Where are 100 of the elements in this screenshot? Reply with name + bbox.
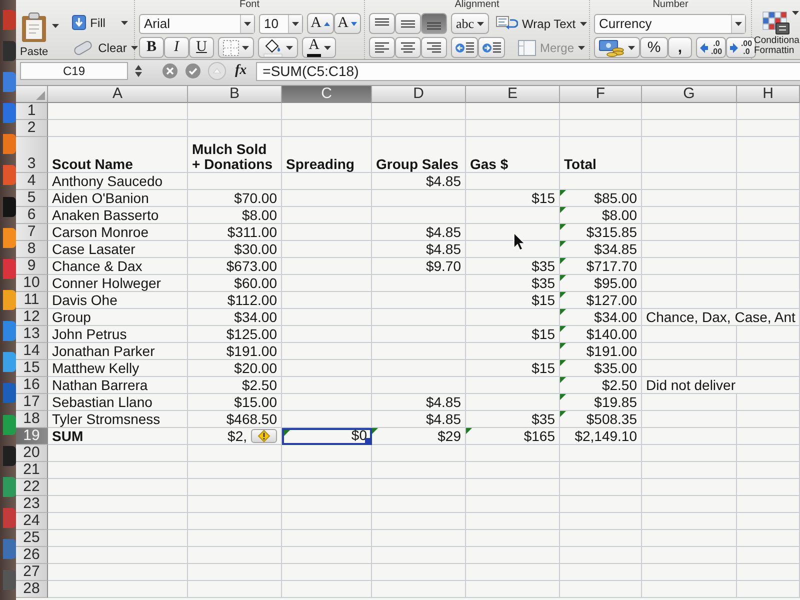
grid-cell[interactable] xyxy=(737,530,800,547)
grid-cell[interactable] xyxy=(372,479,466,496)
grid-cell[interactable] xyxy=(282,190,372,207)
grid-cell[interactable] xyxy=(642,360,737,377)
grid-cell[interactable]: $15 xyxy=(466,326,560,343)
grid-cell[interactable] xyxy=(282,207,372,224)
grid-cell[interactable] xyxy=(466,207,560,224)
grid-cell[interactable]: $85.00 xyxy=(560,190,642,207)
grid-cell[interactable] xyxy=(737,258,800,275)
grid-cell[interactable] xyxy=(466,513,560,530)
grid-cell[interactable]: $717.70 xyxy=(560,258,642,275)
grid-cell[interactable]: $4.85 xyxy=(372,224,466,241)
grid-cell[interactable] xyxy=(372,462,466,479)
error-options-button[interactable] xyxy=(251,429,277,443)
app-icon[interactable] xyxy=(3,228,16,248)
row-header[interactable]: 20 xyxy=(16,445,48,462)
grid-cell[interactable]: $2.50 xyxy=(188,377,282,394)
grid-cell[interactable] xyxy=(642,581,737,598)
grid-cell[interactable] xyxy=(737,496,800,513)
font-size-field[interactable]: 10 xyxy=(259,14,303,34)
grid-cell[interactable] xyxy=(372,530,466,547)
grid-cell[interactable] xyxy=(466,462,560,479)
grid-cell[interactable] xyxy=(372,445,466,462)
grid-cell[interactable] xyxy=(737,479,800,496)
align-center-button[interactable] xyxy=(395,37,421,58)
grid-cell[interactable] xyxy=(737,564,800,581)
grid-cell[interactable] xyxy=(188,173,282,190)
grid-cell[interactable] xyxy=(642,137,737,173)
grow-font-button[interactable]: A xyxy=(307,13,334,34)
grid-cell[interactable] xyxy=(642,275,737,292)
grid-cell[interactable] xyxy=(737,224,800,241)
row-header[interactable]: 19 xyxy=(16,428,48,445)
accounting-format-button[interactable] xyxy=(594,37,640,58)
row-header[interactable]: 16 xyxy=(16,377,48,394)
caret-icon[interactable] xyxy=(52,24,60,28)
row-header[interactable]: 2 xyxy=(16,120,48,137)
row-header[interactable]: 26 xyxy=(16,547,48,564)
column-header[interactable]: H xyxy=(737,86,800,103)
grid-cell[interactable] xyxy=(282,479,372,496)
grid-cell[interactable]: $140.00 xyxy=(560,326,642,343)
row-header[interactable]: 5 xyxy=(16,190,48,207)
grid-cell[interactable]: $8.00 xyxy=(560,207,642,224)
row-header[interactable]: 15 xyxy=(16,360,48,377)
grid-cell[interactable]: Group Sales xyxy=(372,137,466,173)
grid-cell[interactable] xyxy=(737,173,800,190)
grid-cell[interactable] xyxy=(372,309,466,326)
grid-cell[interactable]: $508.35 xyxy=(560,411,642,428)
grid-cell[interactable] xyxy=(466,581,560,598)
grid-cell[interactable] xyxy=(642,479,737,496)
name-box[interactable]: C19 xyxy=(20,62,128,80)
app-icon[interactable] xyxy=(3,446,16,466)
grid-cell[interactable] xyxy=(372,377,466,394)
grid-cell[interactable] xyxy=(372,581,466,598)
row-header[interactable]: 14 xyxy=(16,343,48,360)
row-header[interactable]: 21 xyxy=(16,462,48,479)
italic-button[interactable]: I xyxy=(164,37,189,58)
grid-cell[interactable] xyxy=(282,343,372,360)
grid-cell[interactable] xyxy=(48,547,188,564)
grid-cell[interactable]: Anaken Basserto xyxy=(48,207,188,224)
app-icon[interactable] xyxy=(3,134,16,154)
grid-cell[interactable] xyxy=(642,120,737,137)
grid-cell[interactable] xyxy=(48,462,188,479)
grid-cell[interactable] xyxy=(372,103,466,120)
grid-cell[interactable] xyxy=(282,241,372,258)
increase-decimal-button[interactable]: .0 .00 xyxy=(696,37,726,58)
grid-cell[interactable] xyxy=(466,547,560,564)
grid-cell[interactable] xyxy=(642,103,737,120)
grid-cell[interactable] xyxy=(737,360,800,377)
grid-cell[interactable]: Gas $ xyxy=(466,137,560,173)
underline-button[interactable]: U xyxy=(189,37,214,58)
grid-cell[interactable] xyxy=(560,479,642,496)
grid-cell[interactable] xyxy=(642,241,737,258)
grid-cell[interactable]: Spreading xyxy=(282,137,372,173)
bold-button[interactable]: B xyxy=(139,37,164,58)
grid-cell[interactable]: SUM xyxy=(48,428,188,445)
grid-cell[interactable]: $127.00 xyxy=(560,292,642,309)
grid-cell[interactable] xyxy=(188,513,282,530)
grid-cell[interactable] xyxy=(372,120,466,137)
grid-cell[interactable] xyxy=(642,428,737,445)
grid-cell[interactable]: $2,149.10 xyxy=(560,428,642,445)
grid-cell[interactable] xyxy=(642,547,737,564)
grid-cell[interactable]: Davis Ohe xyxy=(48,292,188,309)
grid-cell[interactable]: $35 xyxy=(466,411,560,428)
grid-cell[interactable]: Aiden O'Banion xyxy=(48,190,188,207)
number-format-field[interactable]: Currency xyxy=(594,14,746,34)
grid-cell[interactable]: $191.00 xyxy=(560,343,642,360)
grid-cell[interactable]: $2, xyxy=(188,428,282,445)
app-icon[interactable] xyxy=(3,103,16,124)
grid-cell[interactable] xyxy=(372,292,466,309)
grid-cell[interactable]: $2.50 xyxy=(560,377,642,394)
app-icon[interactable] xyxy=(3,414,16,435)
grid-cell[interactable]: $4.85 xyxy=(372,241,466,258)
grid-cell[interactable] xyxy=(737,207,800,224)
grid-cell[interactable] xyxy=(48,530,188,547)
grid-cell[interactable] xyxy=(282,547,372,564)
align-middle-button[interactable] xyxy=(395,13,421,34)
grid-cell[interactable] xyxy=(737,137,800,173)
app-icon[interactable] xyxy=(3,352,16,372)
grid-cell[interactable] xyxy=(372,190,466,207)
shrink-font-button[interactable]: A xyxy=(334,13,361,34)
